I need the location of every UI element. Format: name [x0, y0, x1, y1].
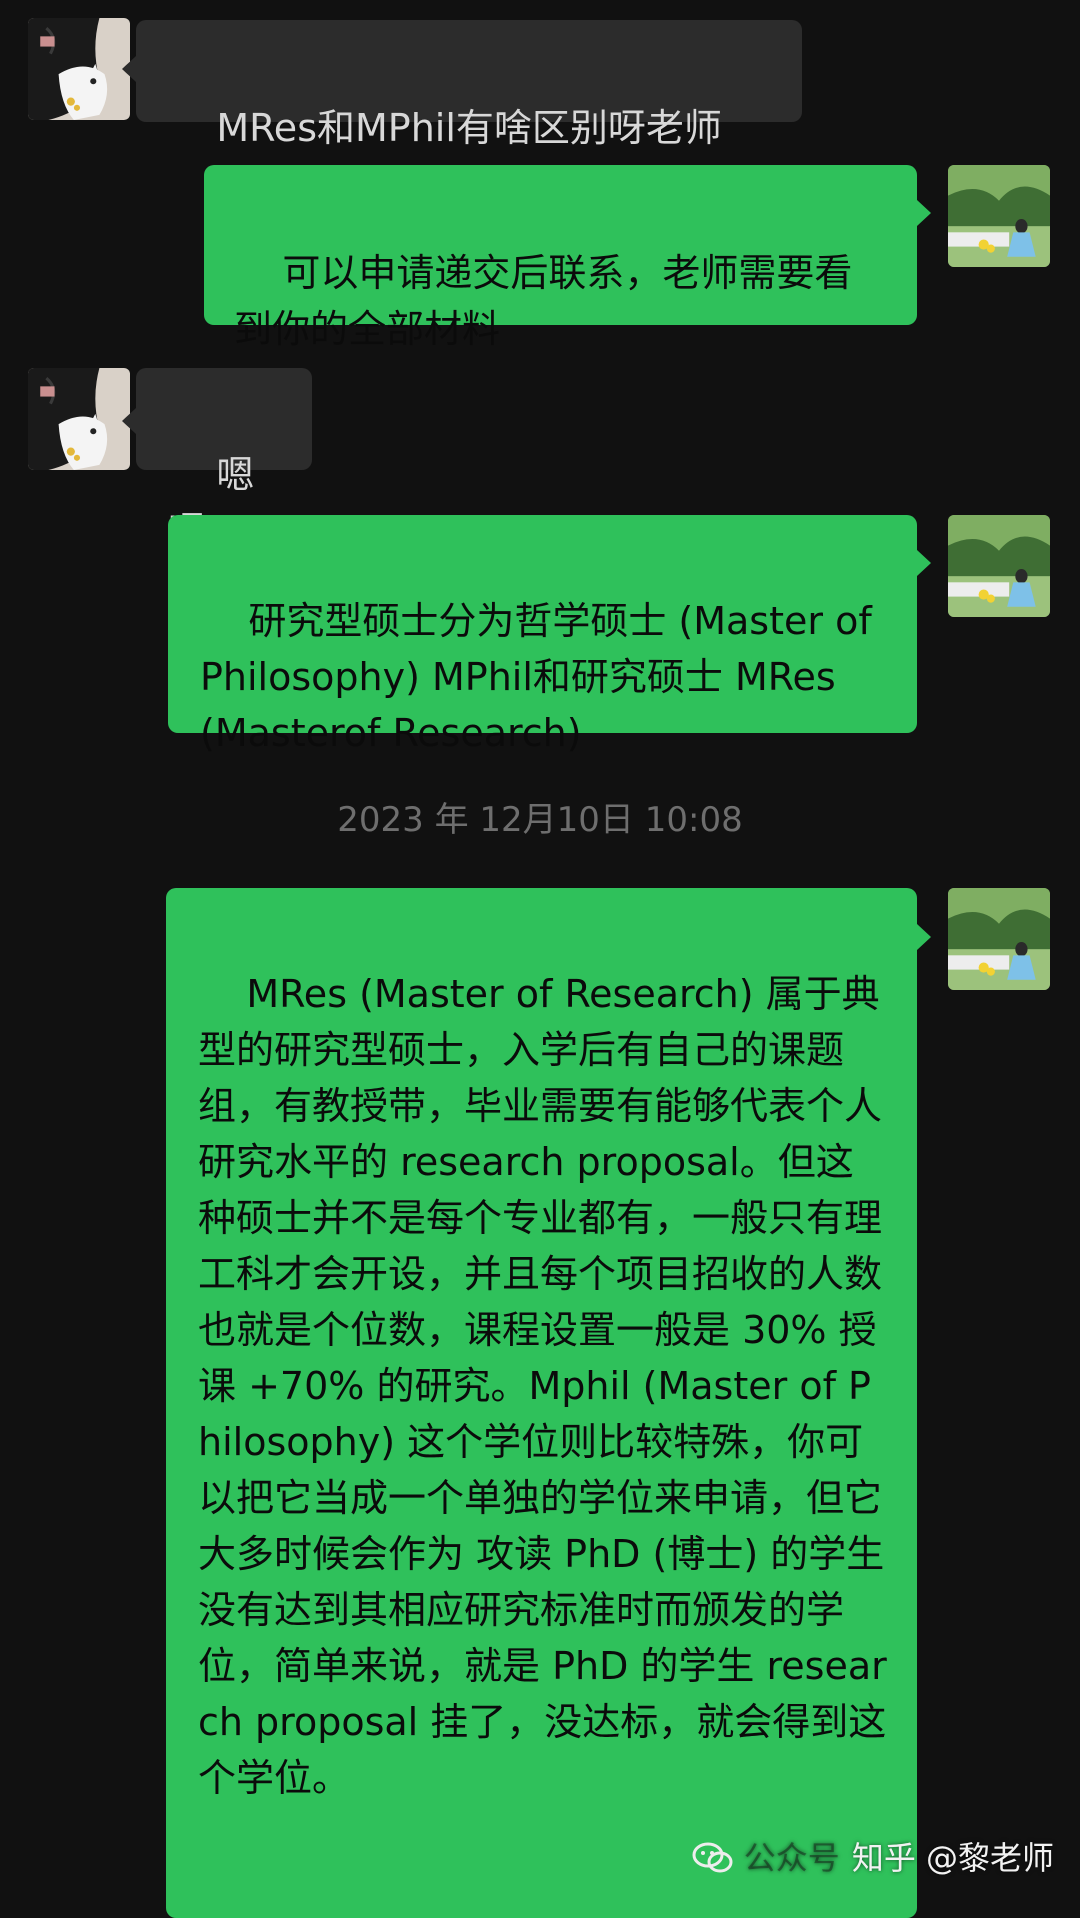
teacher-avatar[interactable] — [948, 888, 1050, 990]
wechat-official-account-icon — [692, 1842, 733, 1873]
message-bubble-incoming[interactable]: MRes和MPhil有啥区别呀老师 — [136, 20, 802, 150]
student-avatar-image — [28, 368, 130, 470]
teacher-avatar-image — [948, 165, 1050, 267]
watermark: 公众号 知乎 @黎老师 — [692, 1838, 1054, 1878]
teacher-avatar-image — [948, 515, 1050, 617]
teacher-avatar[interactable] — [948, 515, 1050, 617]
message-text: 可以申请递交后联系，老师需要看到你的全部材料 — [234, 251, 853, 351]
watermark-text: 知乎 @黎老师 — [851, 1839, 1054, 1877]
chat-view[interactable]: MRes和MPhil有啥区别呀老师 可以申请递交后联系，老师需要看到你的全部材料 — [0, 0, 1080, 1918]
message-text: MRes (Master of Research) 属于典型的研究型硕士，入学后… — [198, 972, 887, 1800]
message-bubble-outgoing[interactable]: 研究型硕士分为哲学硕士 (Master of Philosophy) MPhil… — [168, 515, 917, 755]
bubble-tail — [122, 56, 136, 82]
teacher-avatar[interactable] — [948, 165, 1050, 267]
bubble-tail — [917, 550, 931, 576]
student-avatar[interactable] — [28, 18, 130, 120]
chat-timestamp: 2023 年 12月10日 10:08 — [337, 800, 743, 840]
bubble-tail — [917, 200, 931, 226]
message-bubble-incoming[interactable]: 嗯嗯 — [136, 368, 312, 553]
teacher-avatar-image — [948, 888, 1050, 990]
student-avatar-image — [28, 18, 130, 120]
student-avatar[interactable] — [28, 368, 130, 470]
message-bubble-outgoing[interactable]: MRes (Master of Research) 属于典型的研究型硕士，入学后… — [166, 888, 917, 1918]
bubble-tail — [122, 408, 136, 434]
watermark-source: 公众号 — [743, 1839, 840, 1877]
message-text: MRes和MPhil有啥区别呀老师 — [216, 106, 722, 150]
bubble-tail — [917, 924, 931, 950]
message-bubble-outgoing[interactable]: 可以申请递交后联系，老师需要看到你的全部材料 — [204, 165, 917, 351]
message-text: 研究型硕士分为哲学硕士 (Master of Philosophy) MPhil… — [200, 599, 884, 755]
